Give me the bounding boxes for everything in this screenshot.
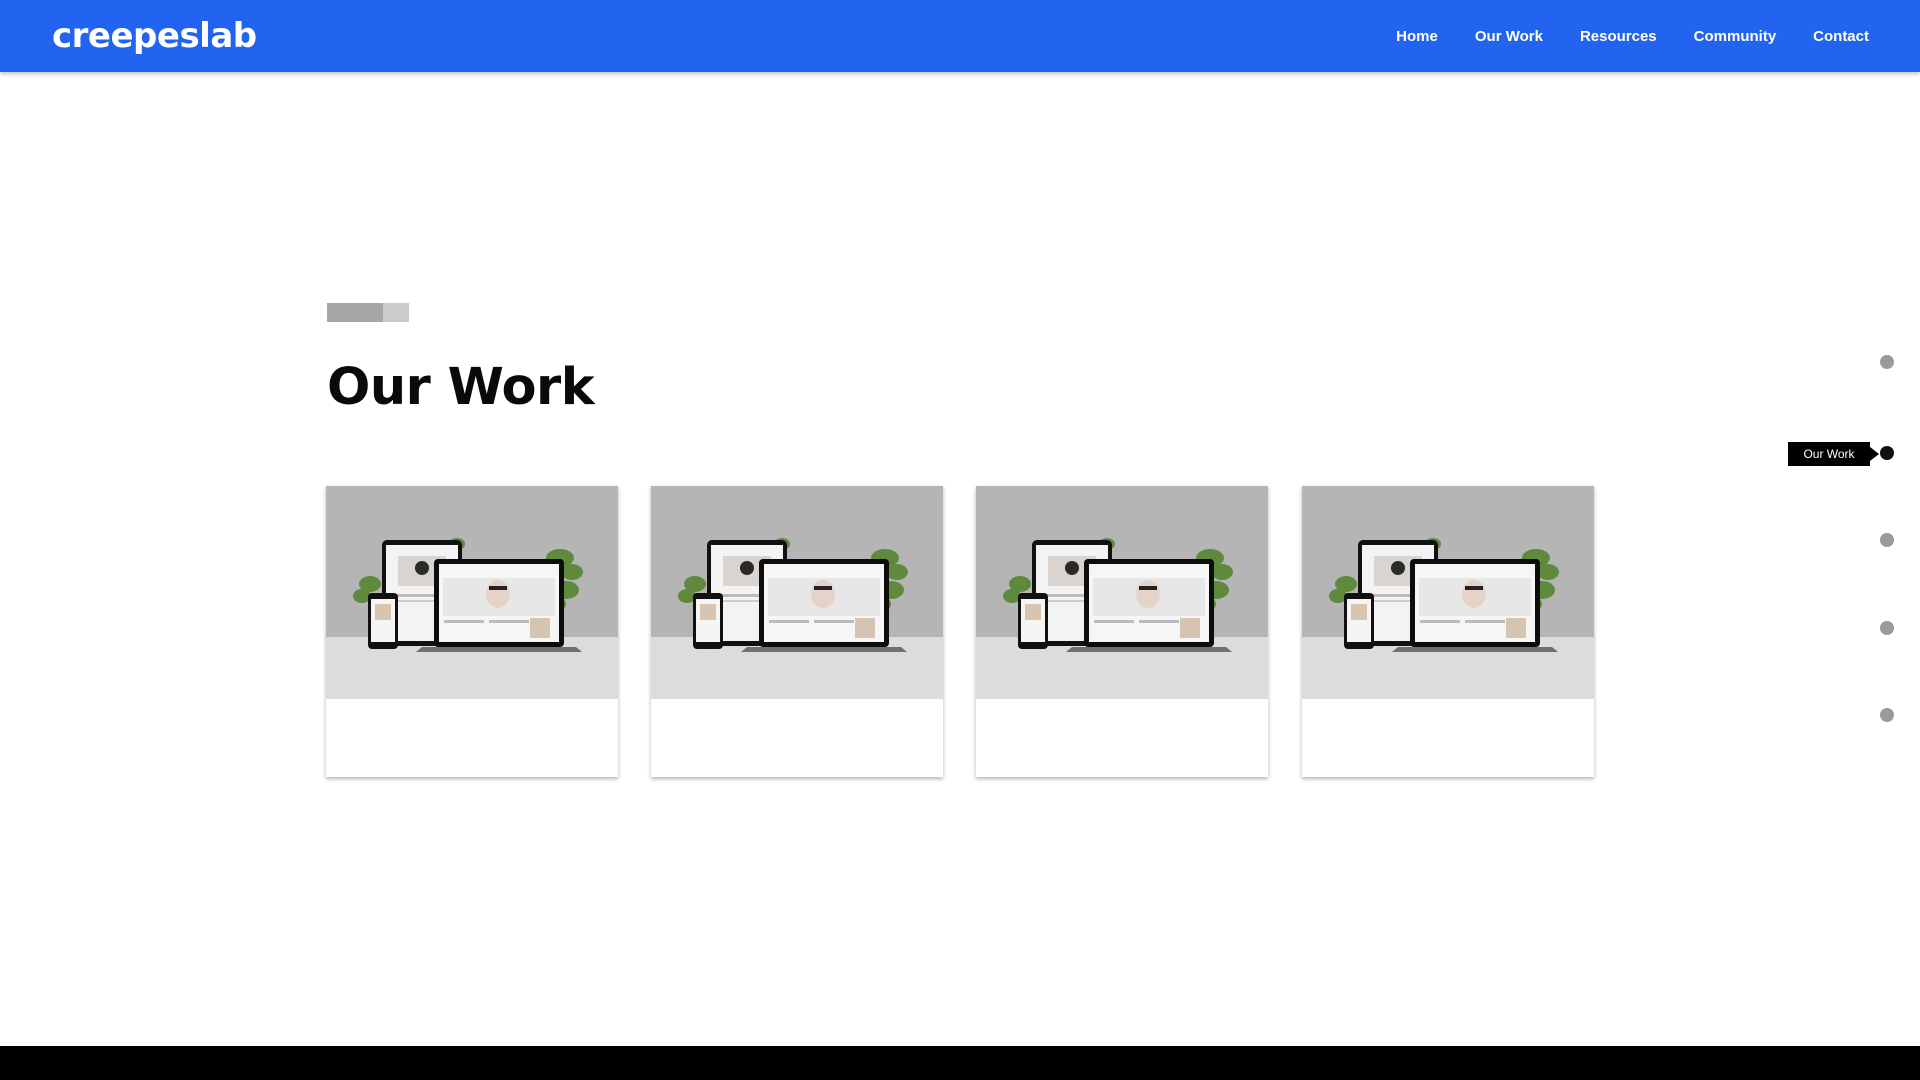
dot-nav-item[interactable] bbox=[1880, 355, 1894, 369]
dot-nav-item[interactable] bbox=[1880, 708, 1894, 722]
card-body bbox=[326, 699, 618, 777]
work-card[interactable] bbox=[651, 486, 943, 777]
card-image-responsive-mockup bbox=[976, 486, 1268, 699]
footer-bar bbox=[0, 1046, 1920, 1080]
dot-nav-item[interactable] bbox=[1880, 621, 1894, 635]
card-image-responsive-mockup bbox=[326, 486, 618, 699]
nav-link-home[interactable]: Home bbox=[1396, 28, 1438, 45]
work-card[interactable] bbox=[1302, 486, 1594, 777]
navbar: creepeslab Home Our Work Resources Commu… bbox=[0, 0, 1920, 72]
nav-link-resources[interactable]: Resources bbox=[1580, 28, 1657, 45]
dot-nav-item[interactable] bbox=[1880, 533, 1894, 547]
card-body bbox=[1302, 699, 1594, 777]
nav-link-our-work[interactable]: Our Work bbox=[1475, 28, 1543, 45]
section-marker bbox=[327, 303, 409, 322]
section-title: Our Work bbox=[327, 358, 595, 417]
brand-logo[interactable]: creepeslab bbox=[52, 16, 257, 56]
work-card[interactable] bbox=[976, 486, 1268, 777]
nav-link-contact[interactable]: Contact bbox=[1813, 28, 1869, 45]
card-body bbox=[651, 699, 943, 777]
section-dot-nav: Our Work bbox=[0, 0, 1920, 1080]
nav-link-community[interactable]: Community bbox=[1694, 28, 1777, 45]
card-image-responsive-mockup bbox=[1302, 486, 1594, 699]
work-card[interactable] bbox=[326, 486, 618, 777]
dot-nav-tooltip: Our Work bbox=[1788, 442, 1870, 466]
section-marker-light bbox=[383, 303, 409, 322]
nav-links: Home Our Work Resources Community Contac… bbox=[1359, 0, 1869, 72]
section-marker-dark bbox=[327, 303, 383, 322]
card-image-responsive-mockup bbox=[651, 486, 943, 699]
dot-nav-item-active[interactable] bbox=[1880, 446, 1894, 460]
tooltip-arrow-icon bbox=[1870, 447, 1879, 461]
card-body bbox=[976, 699, 1268, 777]
